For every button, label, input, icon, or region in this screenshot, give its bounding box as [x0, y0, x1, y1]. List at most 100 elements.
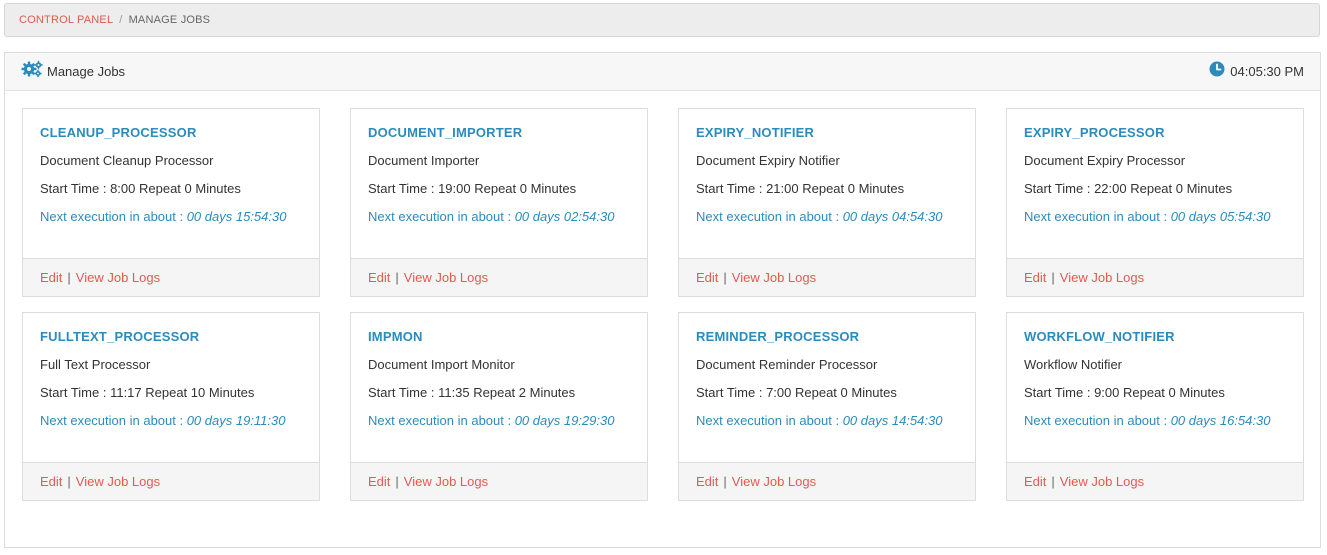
link-separator: |: [1051, 270, 1055, 285]
job-name[interactable]: IMPMON: [368, 329, 630, 344]
view-job-logs-link[interactable]: View Job Logs: [1060, 474, 1144, 489]
link-separator: |: [67, 270, 71, 285]
view-job-logs-link[interactable]: View Job Logs: [404, 474, 488, 489]
clock-icon: [1209, 61, 1225, 82]
job-next-execution: Next execution in about : 00 days 02:54:…: [368, 209, 630, 224]
job-card: FULLTEXT_PROCESSOR Full Text Processor S…: [22, 312, 320, 501]
next-execution-countdown: 00 days 05:54:30: [1170, 209, 1271, 224]
next-execution-label: Next execution in about :: [40, 413, 187, 428]
job-description: Workflow Notifier: [1024, 357, 1123, 372]
view-job-logs-link[interactable]: View Job Logs: [1060, 270, 1144, 285]
job-name[interactable]: DOCUMENT_IMPORTER: [368, 125, 630, 140]
gears-icon: [21, 60, 43, 83]
link-separator: |: [723, 270, 727, 285]
link-separator: |: [395, 270, 399, 285]
view-job-logs-link[interactable]: View Job Logs: [76, 474, 160, 489]
next-execution-label: Next execution in about :: [696, 413, 843, 428]
edit-link[interactable]: Edit: [1024, 474, 1046, 489]
link-separator: |: [1051, 474, 1055, 489]
job-description: Document Importer: [368, 153, 480, 168]
job-next-execution: Next execution in about : 00 days 19:11:…: [40, 413, 302, 428]
panel-title-group: Manage Jobs: [21, 60, 125, 83]
job-next-execution: Next execution in about : 00 days 04:54:…: [696, 209, 958, 224]
breadcrumb-control-panel-link[interactable]: CONTROL PANEL: [19, 14, 113, 26]
link-separator: |: [67, 474, 71, 489]
job-card: REMINDER_PROCESSOR Document Reminder Pro…: [678, 312, 976, 501]
edit-link[interactable]: Edit: [40, 270, 62, 285]
job-card: WORKFLOW_NOTIFIER Workflow Notifier Star…: [1006, 312, 1304, 501]
clock-group: 04:05:30 PM: [1209, 61, 1304, 82]
job-next-execution: Next execution in about : 00 days 14:54:…: [696, 413, 958, 428]
next-execution-countdown: 00 days 19:29:30: [514, 413, 615, 428]
job-name[interactable]: WORKFLOW_NOTIFIER: [1024, 329, 1286, 344]
job-name[interactable]: FULLTEXT_PROCESSOR: [40, 329, 302, 344]
job-start-time: Start Time : 22:00 Repeat 0 Minutes: [1024, 181, 1233, 196]
next-execution-label: Next execution in about :: [368, 209, 515, 224]
job-start-time: Start Time : 11:35 Repeat 2 Minutes: [368, 385, 576, 400]
job-card-footer: Edit | View Job Logs: [23, 462, 319, 500]
next-execution-label: Next execution in about :: [368, 413, 515, 428]
job-card-footer: Edit | View Job Logs: [23, 258, 319, 296]
job-next-execution: Next execution in about : 00 days 15:54:…: [40, 209, 302, 224]
job-description: Document Expiry Notifier: [696, 153, 840, 168]
job-start-time: Start Time : 19:00 Repeat 0 Minutes: [368, 181, 577, 196]
job-start-time: Start Time : 8:00 Repeat 0 Minutes: [40, 181, 241, 196]
job-card-footer: Edit | View Job Logs: [1007, 258, 1303, 296]
next-execution-label: Next execution in about :: [696, 209, 843, 224]
edit-link[interactable]: Edit: [368, 474, 390, 489]
job-start-time: Start Time : 7:00 Repeat 0 Minutes: [696, 385, 897, 400]
job-next-execution: Next execution in about : 00 days 16:54:…: [1024, 413, 1286, 428]
job-description: Document Reminder Processor: [696, 357, 878, 372]
job-name[interactable]: CLEANUP_PROCESSOR: [40, 125, 302, 140]
next-execution-countdown: 00 days 14:54:30: [842, 413, 943, 428]
job-card-footer: Edit | View Job Logs: [679, 258, 975, 296]
job-name[interactable]: EXPIRY_PROCESSOR: [1024, 125, 1286, 140]
job-card: IMPMON Document Import Monitor Start Tim…: [350, 312, 648, 501]
edit-link[interactable]: Edit: [696, 270, 718, 285]
job-name[interactable]: EXPIRY_NOTIFIER: [696, 125, 958, 140]
next-execution-countdown: 00 days 16:54:30: [1170, 413, 1271, 428]
current-time: 04:05:30 PM: [1230, 64, 1304, 79]
edit-link[interactable]: Edit: [40, 474, 62, 489]
job-description: Document Expiry Processor: [1024, 153, 1186, 168]
job-card: EXPIRY_NOTIFIER Document Expiry Notifier…: [678, 108, 976, 297]
job-start-time: Start Time : 11:17 Repeat 10 Minutes: [40, 385, 255, 400]
panel-header: Manage Jobs 04:05:30 PM: [5, 53, 1320, 91]
job-start-time: Start Time : 9:00 Repeat 0 Minutes: [1024, 385, 1225, 400]
next-execution-label: Next execution in about :: [40, 209, 187, 224]
next-execution-countdown: 00 days 15:54:30: [186, 209, 287, 224]
view-job-logs-link[interactable]: View Job Logs: [732, 270, 816, 285]
link-separator: |: [395, 474, 399, 489]
job-start-time: Start Time : 21:00 Repeat 0 Minutes: [696, 181, 905, 196]
edit-link[interactable]: Edit: [1024, 270, 1046, 285]
next-execution-label: Next execution in about :: [1024, 413, 1171, 428]
next-execution-label: Next execution in about :: [1024, 209, 1171, 224]
job-description: Full Text Processor: [40, 357, 151, 372]
job-description: Document Import Monitor: [368, 357, 515, 372]
view-job-logs-link[interactable]: View Job Logs: [76, 270, 160, 285]
job-card: CLEANUP_PROCESSOR Document Cleanup Proce…: [22, 108, 320, 297]
edit-link[interactable]: Edit: [368, 270, 390, 285]
manage-jobs-panel: Manage Jobs 04:05:30 PM CLEANUP_PROCESSO…: [4, 52, 1321, 548]
job-card-footer: Edit | View Job Logs: [679, 462, 975, 500]
job-description: Document Cleanup Processor: [40, 153, 214, 168]
view-job-logs-link[interactable]: View Job Logs: [404, 270, 488, 285]
panel-title: Manage Jobs: [47, 64, 126, 79]
job-card-footer: Edit | View Job Logs: [1007, 462, 1303, 500]
job-name[interactable]: REMINDER_PROCESSOR: [696, 329, 958, 344]
job-card: EXPIRY_PROCESSOR Document Expiry Process…: [1006, 108, 1304, 297]
job-card-footer: Edit | View Job Logs: [351, 462, 647, 500]
job-cards-grid: CLEANUP_PROCESSOR Document Cleanup Proce…: [22, 108, 1304, 501]
breadcrumb-current: MANAGE JOBS: [128, 14, 211, 26]
next-execution-countdown: 00 days 02:54:30: [514, 209, 615, 224]
edit-link[interactable]: Edit: [696, 474, 718, 489]
view-job-logs-link[interactable]: View Job Logs: [732, 474, 816, 489]
job-next-execution: Next execution in about : 00 days 19:29:…: [368, 413, 630, 428]
job-next-execution: Next execution in about : 00 days 05:54:…: [1024, 209, 1286, 224]
next-execution-countdown: 00 days 04:54:30: [842, 209, 943, 224]
breadcrumb-separator: /: [119, 14, 123, 26]
job-card: DOCUMENT_IMPORTER Document Importer Star…: [350, 108, 648, 297]
link-separator: |: [723, 474, 727, 489]
job-card-footer: Edit | View Job Logs: [351, 258, 647, 296]
breadcrumb: CONTROL PANEL / MANAGE JOBS: [4, 3, 1320, 37]
